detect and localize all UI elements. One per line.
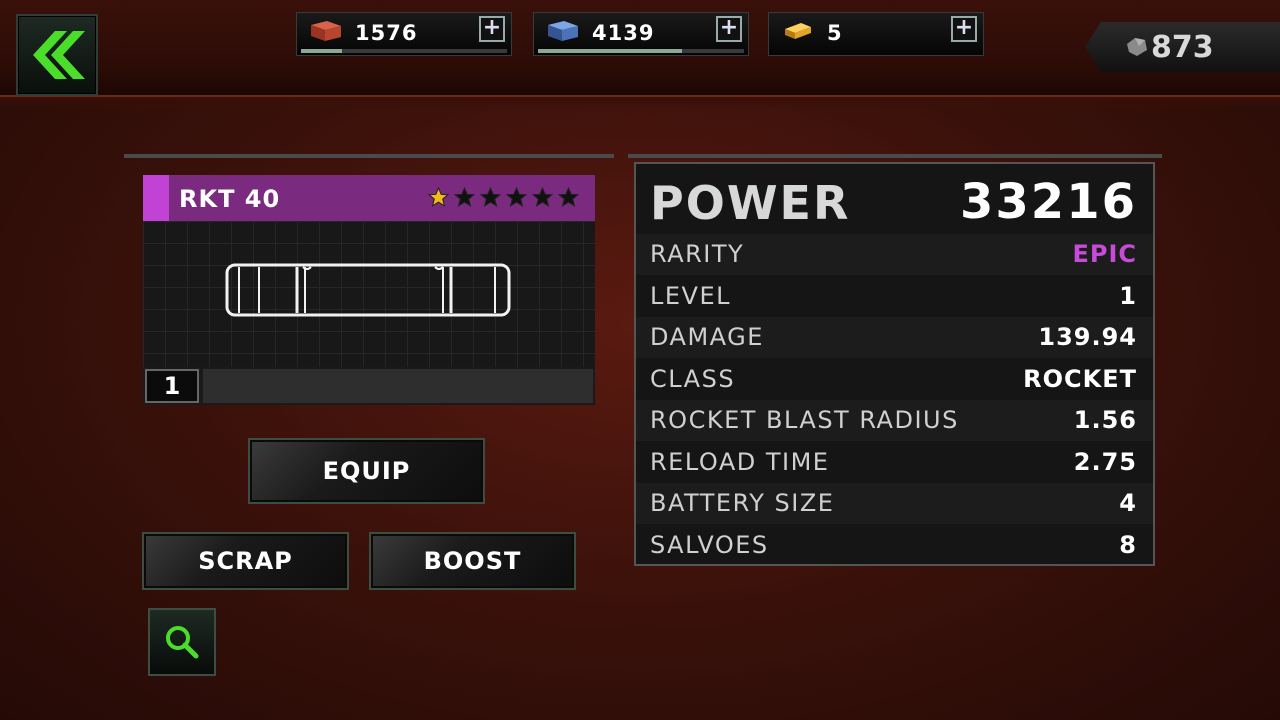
stat-value: 139.94 (1038, 323, 1137, 351)
stat-row: LEVEL 1 (636, 276, 1153, 317)
stat-label: RARITY (650, 240, 745, 268)
stat-value: 8 (1119, 530, 1137, 559)
stat-label: DAMAGE (650, 323, 764, 351)
item-preview (143, 221, 595, 367)
stat-value: 1.56 (1073, 406, 1137, 434)
resource-gold: 5 + (768, 12, 984, 56)
item-level: 1 (145, 369, 199, 403)
resource-bricks-bar (301, 49, 507, 53)
star-icon (506, 187, 527, 208)
stat-label: CLASS (650, 364, 736, 393)
star-icon (428, 187, 449, 208)
resource-bricks-fill (301, 49, 343, 53)
gems-counter: 873 (1085, 22, 1280, 72)
left-panel-frame (124, 154, 614, 158)
stat-value: 2.75 (1073, 447, 1137, 476)
resource-gold-value: 5 (827, 21, 843, 45)
power-row: POWER 33216 (636, 164, 1153, 234)
stat-row: SALVOES 8 (636, 525, 1153, 566)
resource-blocks-fill (538, 49, 683, 53)
star-icon (532, 187, 553, 208)
star-rating (428, 187, 579, 208)
item-level-row: 1 (143, 367, 595, 405)
rarity-accent (143, 175, 169, 221)
resource-blocks-value: 4139 (592, 21, 655, 45)
item-name: RKT 40 (179, 185, 281, 213)
resource-bricks-value: 1576 (355, 21, 418, 45)
star-icon (480, 187, 501, 208)
gems-value: 873 (1151, 30, 1214, 65)
item-header: RKT 40 (143, 175, 595, 221)
stat-row: ROCKET BLAST RADIUS 1.56 (636, 400, 1153, 441)
magnifier-icon (166, 626, 199, 659)
rocket-launcher-outline (225, 263, 511, 317)
stat-row: DAMAGE 139.94 (636, 317, 1153, 358)
resource-blocks-bar (538, 49, 744, 53)
stat-label: ROCKET BLAST RADIUS (650, 406, 959, 434)
chevron-double-left-icon (33, 31, 85, 79)
bricks-icon (311, 21, 341, 41)
stat-row: CLASS ROCKET (636, 359, 1153, 400)
back-button[interactable] (16, 14, 98, 96)
stat-label: LEVEL (650, 281, 731, 310)
add-gold-button[interactable]: + (951, 16, 977, 42)
stat-label: RELOAD TIME (650, 447, 830, 476)
stat-value: EPIC (1072, 240, 1137, 268)
equip-button[interactable]: EQUIP (248, 438, 485, 504)
stat-value: 4 (1119, 489, 1137, 517)
stat-row: RELOAD TIME 2.75 (636, 442, 1153, 483)
scrap-button[interactable]: SCRAP (142, 532, 349, 590)
stat-value: ROCKET (1023, 364, 1137, 393)
item-xp-bar (203, 369, 593, 403)
stat-row: BATTERY SIZE 4 (636, 483, 1153, 524)
stat-label: SALVOES (650, 530, 769, 559)
stats-panel: POWER 33216 RARITY EPIC LEVEL 1 DAMAGE 139.94… (634, 162, 1155, 566)
add-blocks-button[interactable]: + (716, 16, 742, 42)
stat-label: BATTERY SIZE (650, 489, 835, 517)
inspect-button[interactable] (148, 608, 216, 676)
resource-blocks: 4139 + (533, 12, 749, 56)
power-value: 33216 (960, 174, 1137, 230)
star-icon (454, 187, 475, 208)
star-icon (558, 187, 579, 208)
boost-button[interactable]: BOOST (369, 532, 576, 590)
item-card: RKT 40 1 (143, 175, 595, 405)
stat-value: 1 (1119, 281, 1137, 310)
power-label: POWER (650, 176, 851, 230)
add-bricks-button[interactable]: + (479, 16, 505, 42)
gem-icon (1127, 38, 1147, 56)
blocks-icon (548, 21, 578, 41)
right-panel-frame (628, 154, 1162, 158)
resource-bricks: 1576 + (296, 12, 512, 56)
stat-row: RARITY EPIC (636, 234, 1153, 275)
gold-bar-icon (785, 23, 811, 39)
